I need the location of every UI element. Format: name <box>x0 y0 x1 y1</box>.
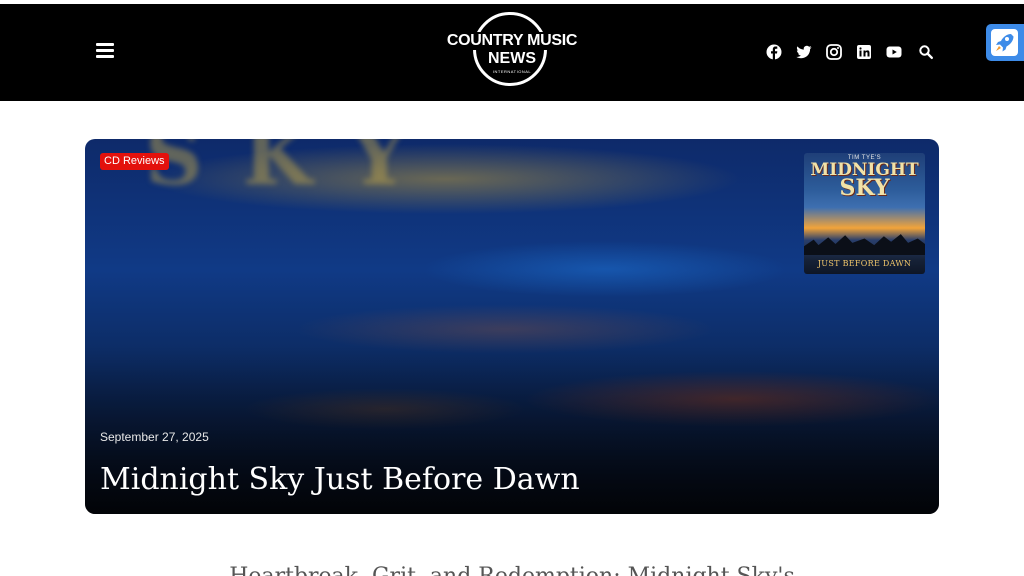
youtube-icon[interactable] <box>886 44 902 60</box>
rocket-icon <box>991 29 1018 56</box>
article-date: September 27, 2025 <box>100 430 209 444</box>
article-title[interactable]: Midnight Sky Just Before Dawn <box>100 460 580 500</box>
facebook-icon[interactable] <box>766 44 782 60</box>
category-badge[interactable]: CD Reviews <box>100 153 169 170</box>
site-header: COUNTRY MUSIC NEWS INTERNATIONAL <box>0 4 1024 101</box>
cover-title-line2: SKY <box>839 175 890 201</box>
album-cover-image: TIM TYE'S MIDNIGHT SKY JUST BEFORE DAWN <box>804 153 925 274</box>
cover-treeline <box>804 234 925 255</box>
search-icon[interactable] <box>918 44 934 60</box>
cover-subtitle: JUST BEFORE DAWN <box>817 259 912 268</box>
logo-text-line1: COUNTRY MUSIC <box>437 32 587 50</box>
linkedin-icon[interactable] <box>856 44 872 60</box>
article-subheading: Heartbreak, Grit, and Redemption: Midnig… <box>200 563 824 576</box>
twitter-icon[interactable] <box>796 44 812 60</box>
logo-text-line3: INTERNATIONAL <box>492 69 532 74</box>
rocket-launch-button[interactable] <box>986 24 1024 61</box>
site-logo[interactable]: COUNTRY MUSIC NEWS INTERNATIONAL <box>437 12 587 92</box>
instagram-icon[interactable] <box>826 44 842 60</box>
hamburger-menu-icon[interactable] <box>96 43 114 59</box>
logo-text-line2: NEWS <box>488 50 536 67</box>
